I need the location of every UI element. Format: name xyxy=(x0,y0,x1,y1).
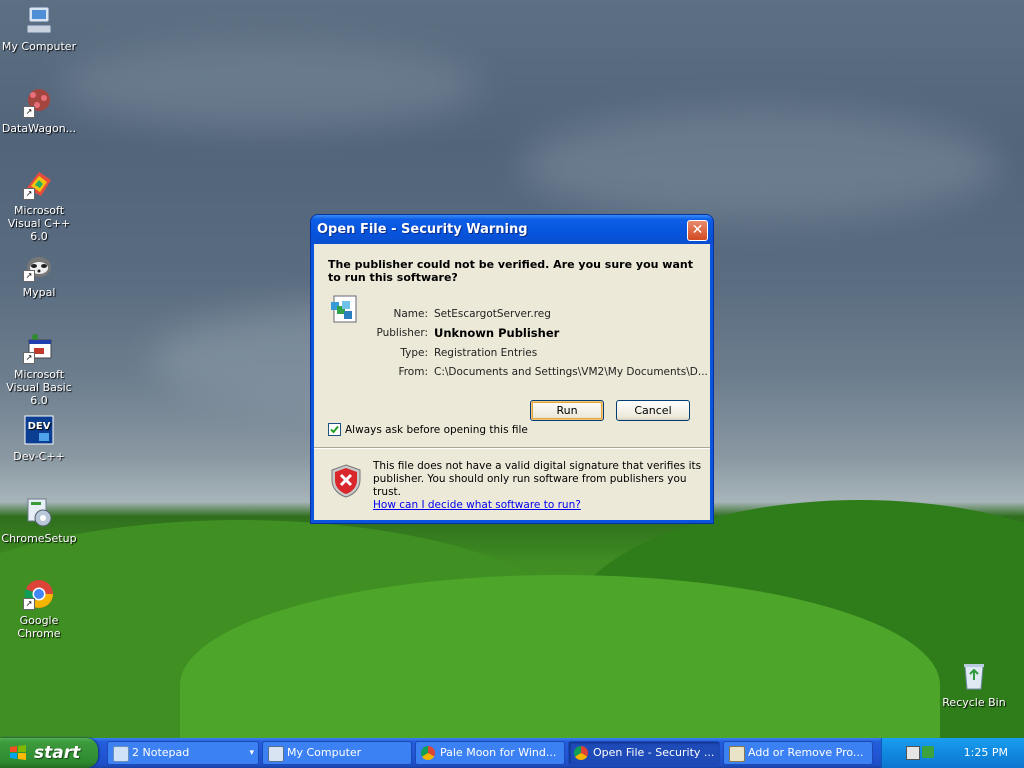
task-label: 2 Notepad xyxy=(132,746,190,759)
installer-icon xyxy=(23,496,55,528)
mypal-icon: ↗ xyxy=(23,250,55,282)
task-label: Add or Remove Pro... xyxy=(748,746,864,759)
desktop-icon-dev-cpp[interactable]: DEV Dev-C++ xyxy=(0,414,78,463)
desktop-icon-label: My Computer xyxy=(1,40,77,53)
warning-text: This file does not have a valid digital … xyxy=(373,460,702,498)
desktop-icon-chromesetup[interactable]: ChromeSetup xyxy=(0,496,78,545)
dialog-body: The publisher could not be verified. Are… xyxy=(314,244,710,520)
safely-remove-icon[interactable] xyxy=(922,746,934,758)
datawagon-icon: ↗ xyxy=(23,86,55,118)
desktop-icon-visual-cpp[interactable]: ↗ Microsoft Visual C++ 6.0 xyxy=(0,168,78,243)
task-add-remove-programs[interactable]: Add or Remove Pro... xyxy=(723,741,873,765)
dev-cpp-icon: DEV xyxy=(23,414,55,446)
task-pale-moon[interactable]: Pale Moon for Wind... xyxy=(415,741,565,765)
start-button[interactable]: start xyxy=(0,738,98,768)
recycle-bin-icon xyxy=(958,660,990,692)
chrome-icon xyxy=(574,746,588,760)
name-label: Name: xyxy=(393,308,428,320)
help-link[interactable]: How can I decide what software to run? xyxy=(373,499,581,511)
dialog-titlebar[interactable]: Open File - Security Warning ✕ xyxy=(311,215,713,244)
publisher-question: The publisher could not be verified. Are… xyxy=(328,258,693,284)
task-notepad[interactable]: 2 Notepad ▾ xyxy=(107,741,259,765)
shortcut-arrow-icon: ↗ xyxy=(23,352,35,364)
desktop-icon-label: Microsoft Visual Basic 6.0 xyxy=(6,368,72,407)
publisher-value: Unknown Publisher xyxy=(434,326,560,340)
computer-icon xyxy=(23,4,55,36)
desktop-icon-label: Google Chrome xyxy=(17,614,61,640)
security-warning-dialog: Open File - Security Warning ✕ The publi… xyxy=(311,215,713,523)
desktop-icon-google-chrome[interactable]: ↗ Google Chrome xyxy=(0,578,78,640)
shortcut-arrow-icon: ↗ xyxy=(23,188,35,200)
name-label-wrap: Name: xyxy=(314,308,428,321)
from-label: From: xyxy=(398,366,428,378)
windows-logo-icon xyxy=(10,745,26,760)
cancel-button[interactable]: Cancel xyxy=(616,400,690,421)
task-label: Open File - Security ... xyxy=(593,746,715,759)
desktop-icon-label: ChromeSetup xyxy=(1,532,77,545)
desktop-icon-my-computer[interactable]: My Computer xyxy=(0,4,78,53)
desktop-icon-label: DataWagon... xyxy=(1,122,77,135)
publisher-label: Publisher: xyxy=(376,327,428,339)
type-label-wrap: Type: xyxy=(314,347,428,360)
desktop-icon-label: Dev-C++ xyxy=(13,450,65,463)
always-ask-checkbox[interactable] xyxy=(328,423,341,436)
run-button[interactable]: Run xyxy=(530,400,604,421)
desktop-icon-mypal[interactable]: ↗ Mypal xyxy=(0,250,78,299)
system-tray: 1:25 PM xyxy=(881,738,1024,768)
task-security-warning[interactable]: Open File - Security ... xyxy=(568,741,720,765)
chrome-icon xyxy=(421,746,435,760)
desktop-icon-visual-basic[interactable]: ↗ Microsoft Visual Basic 6.0 xyxy=(0,332,78,407)
shortcut-arrow-icon: ↗ xyxy=(23,270,35,282)
group-arrow-icon: ▾ xyxy=(249,748,254,758)
notepad-icon xyxy=(113,746,129,762)
desktop: My Computer ↗ DataWagon... ↗ Microsoft V… xyxy=(0,0,1024,738)
desktop-icon-recycle-bin[interactable]: Recycle Bin xyxy=(935,660,1013,709)
dialog-title: Open File - Security Warning xyxy=(317,222,528,237)
always-ask-label[interactable]: Always ask before opening this file xyxy=(345,424,528,436)
publisher-label-wrap: Publisher: xyxy=(314,327,428,340)
desktop-icon-label: Mypal xyxy=(22,286,56,299)
network-icon[interactable] xyxy=(906,746,920,760)
dialog-divider xyxy=(314,447,710,449)
checkmark-icon xyxy=(330,425,339,434)
cloud-decoration xyxy=(520,110,1000,220)
add-remove-icon xyxy=(729,746,745,762)
from-label-wrap: From: xyxy=(314,366,428,379)
task-my-computer[interactable]: My Computer xyxy=(262,741,412,765)
shield-warning-icon xyxy=(330,464,362,498)
chrome-icon: ↗ xyxy=(23,578,55,610)
task-label: My Computer xyxy=(287,746,362,759)
task-label: Pale Moon for Wind... xyxy=(440,746,557,759)
taskbar: start 2 Notepad ▾ My Computer Pale Moon … xyxy=(0,738,1024,768)
svg-text:DEV: DEV xyxy=(28,421,51,432)
visual-basic-icon: ↗ xyxy=(23,332,55,364)
name-value: SetEscargotServer.reg xyxy=(434,308,551,320)
from-value: C:\Documents and Settings\VM2\My Documen… xyxy=(434,366,708,378)
shortcut-arrow-icon: ↗ xyxy=(23,598,35,610)
shortcut-arrow-icon: ↗ xyxy=(23,106,35,118)
start-label: start xyxy=(34,743,81,763)
close-button[interactable]: ✕ xyxy=(687,220,708,241)
cloud-decoration xyxy=(60,40,480,130)
computer-icon xyxy=(268,746,284,762)
desktop-icon-datawagon[interactable]: ↗ DataWagon... xyxy=(0,86,78,135)
type-value: Registration Entries xyxy=(434,347,538,359)
warning-section: This file does not have a valid digital … xyxy=(314,450,710,520)
close-icon: ✕ xyxy=(691,222,704,238)
desktop-icon-label: Microsoft Visual C++ 6.0 xyxy=(7,204,71,243)
type-label: Type: xyxy=(400,347,428,359)
clock[interactable]: 1:25 PM xyxy=(964,746,1008,759)
desktop-icon-label: Recycle Bin xyxy=(942,696,1006,709)
warning-text-block: This file does not have a valid digital … xyxy=(373,460,703,512)
visual-cpp-icon: ↗ xyxy=(23,168,55,200)
